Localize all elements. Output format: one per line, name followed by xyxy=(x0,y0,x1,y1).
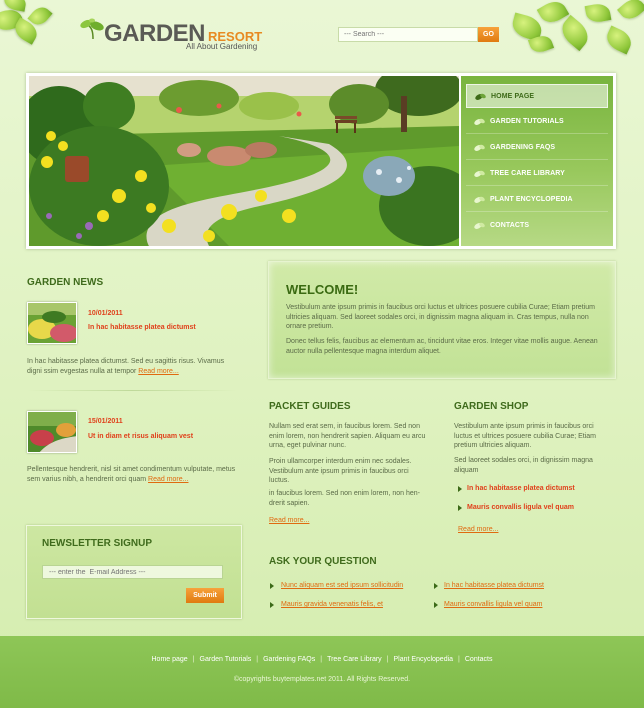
garden-shop-read-more-link[interactable]: Read more... xyxy=(458,525,498,535)
ask-link-1[interactable]: Nunc aliquam est sed ipsum sollicitudin xyxy=(281,582,403,589)
nav-item-label: GARDENING FAQS xyxy=(490,144,556,151)
arrow-bullet-icon xyxy=(270,602,274,608)
garden-shop-paragraph-1: Vestibulum ante ipsum primis in faucibus… xyxy=(454,423,597,449)
nav-item-label: CONTACTS xyxy=(490,222,530,229)
divider xyxy=(27,390,237,391)
newsletter-email-field[interactable] xyxy=(42,565,223,579)
news-text-2: Pellentesque hendrerit, nisl sit amet co… xyxy=(27,466,236,483)
ask-question-heading: ASK YOUR QUESTION xyxy=(269,556,377,567)
nav-item-tree-care-library[interactable]: TREE CARE LIBRARY xyxy=(466,162,608,186)
packet-guides-paragraph-1: Nullam sed erat sem, in faucibus lorem. … xyxy=(269,423,426,449)
footer-separator: | xyxy=(386,656,389,663)
arrow-bullet-icon xyxy=(270,583,274,589)
packet-guides-read-more-link[interactable]: Read more... xyxy=(269,516,309,526)
search-go-button[interactable]: GO xyxy=(478,27,499,42)
packet-guides-heading: PACKET GUIDES xyxy=(269,401,351,412)
ask-link-4[interactable]: Mauris convallis ligula vel quam xyxy=(444,601,542,608)
leaf-bullet-icon xyxy=(474,222,485,229)
welcome-heading: WELCOME! xyxy=(286,282,359,297)
nav-item-garden-tutorials[interactable]: GARDEN TUTORIALS xyxy=(466,110,608,134)
read-more-link[interactable]: Read more... xyxy=(138,368,178,375)
welcome-paragraph-1: Vestibulum ante ipsum primis in faucibus… xyxy=(286,304,595,330)
news-date-1: 10/01/2011 xyxy=(88,310,123,317)
news-date-2: 15/01/2011 xyxy=(88,418,123,425)
footer-link-home-page[interactable]: Home page xyxy=(152,656,188,663)
garden-shop-link-1[interactable]: In hac habitasse platea dictumst xyxy=(467,485,575,492)
nav-item-gardening-faqs[interactable]: GARDENING FAQS xyxy=(466,136,608,160)
news-thumbnail-1[interactable] xyxy=(27,302,77,344)
news-thumbnail-2[interactable] xyxy=(27,411,77,453)
arrow-bullet-icon xyxy=(458,486,462,492)
garden-shop-heading: GARDEN SHOP xyxy=(454,401,529,412)
garden-shop-link-2[interactable]: Mauris convallis ligula vel quam xyxy=(467,504,574,511)
footer-link-contacts[interactable]: Contacts xyxy=(465,656,493,663)
news-text-1: In hac habitasse platea dictumst. Sed eu… xyxy=(27,358,225,375)
welcome-paragraph-2: Donec tellus felis, faucibus ac elementu… xyxy=(286,338,598,355)
garden-shop-paragraph-2: Sed laoreet sodales orci, in dignissim m… xyxy=(454,457,593,474)
leaf-bullet-icon xyxy=(474,170,485,177)
nav-item-label: PLANT ENCYCLOPEDIA xyxy=(490,196,573,203)
footer-copyright: ©copyrights buytemplates.net 2011. All R… xyxy=(233,676,411,683)
news-headline-2[interactable]: Ut in diam et risus aliquam vest xyxy=(88,433,193,440)
nav-item-label: TREE CARE LIBRARY xyxy=(490,170,565,177)
leaf-bullet-icon xyxy=(475,93,486,100)
footer-separator: | xyxy=(192,656,195,663)
footer-link-garden-tutorials[interactable]: Garden Tutorials xyxy=(200,656,252,663)
packet-guides-paragraph-2: Proin ullamcorper interdum enim nec soda… xyxy=(269,458,412,484)
leaf-bullet-icon xyxy=(474,196,485,203)
garden-scene-illustration xyxy=(29,76,459,246)
footer-link-tree-care-library[interactable]: Tree Care Library xyxy=(327,656,382,663)
site-logo[interactable]: GARDEN RESORT All About Gardening xyxy=(80,14,262,54)
nav-item-label: HOME PAGE xyxy=(491,93,535,100)
footer-separator: | xyxy=(458,656,460,663)
newsletter-submit-button[interactable]: Submit xyxy=(186,588,224,603)
logo-tagline: All About Gardening xyxy=(186,42,258,51)
packet-guides-paragraph-3: in faucibus lorem. Sed non enim lorem, n… xyxy=(269,490,420,507)
footer-separator: | xyxy=(256,656,259,663)
footer-nav: Home page | Garden Tutorials | Gardening FAQ… xyxy=(0,656,644,663)
leaf-bullet-icon xyxy=(474,118,485,125)
garden-hero-image xyxy=(29,76,459,246)
ask-link-2[interactable]: In hac habitasse platea dictumst xyxy=(444,582,544,589)
footer-separator: | xyxy=(320,656,323,663)
footer xyxy=(0,636,644,708)
sprout-icon xyxy=(80,18,104,40)
news-headline-1[interactable]: In hac habitasse platea dictumst xyxy=(88,324,196,331)
search-input[interactable] xyxy=(338,27,478,42)
nav-item-home-page[interactable]: HOME PAGE xyxy=(466,84,608,108)
footer-link-plant-encyclopedia[interactable]: Plant Encyclopedia xyxy=(394,656,454,663)
garden-news-heading: GARDEN NEWS xyxy=(27,277,104,288)
footer-link-gardening-faqs[interactable]: Gardening FAQs xyxy=(263,656,315,663)
arrow-bullet-icon xyxy=(458,505,462,511)
nav-item-label: GARDEN TUTORIALS xyxy=(490,118,564,125)
nav-item-contacts[interactable]: CONTACTS xyxy=(466,214,608,238)
newsletter-heading: NEWSLETTER SIGNUP xyxy=(42,538,153,549)
arrow-bullet-icon xyxy=(434,583,438,589)
nav-item-plant-encyclopedia[interactable]: PLANT ENCYCLOPEDIA xyxy=(466,188,608,212)
ask-link-3[interactable]: Mauris gravida venenatis felis, et xyxy=(281,601,383,608)
leaf-bullet-icon xyxy=(474,144,485,151)
arrow-bullet-icon xyxy=(434,602,438,608)
read-more-link[interactable]: Read more... xyxy=(148,476,188,483)
